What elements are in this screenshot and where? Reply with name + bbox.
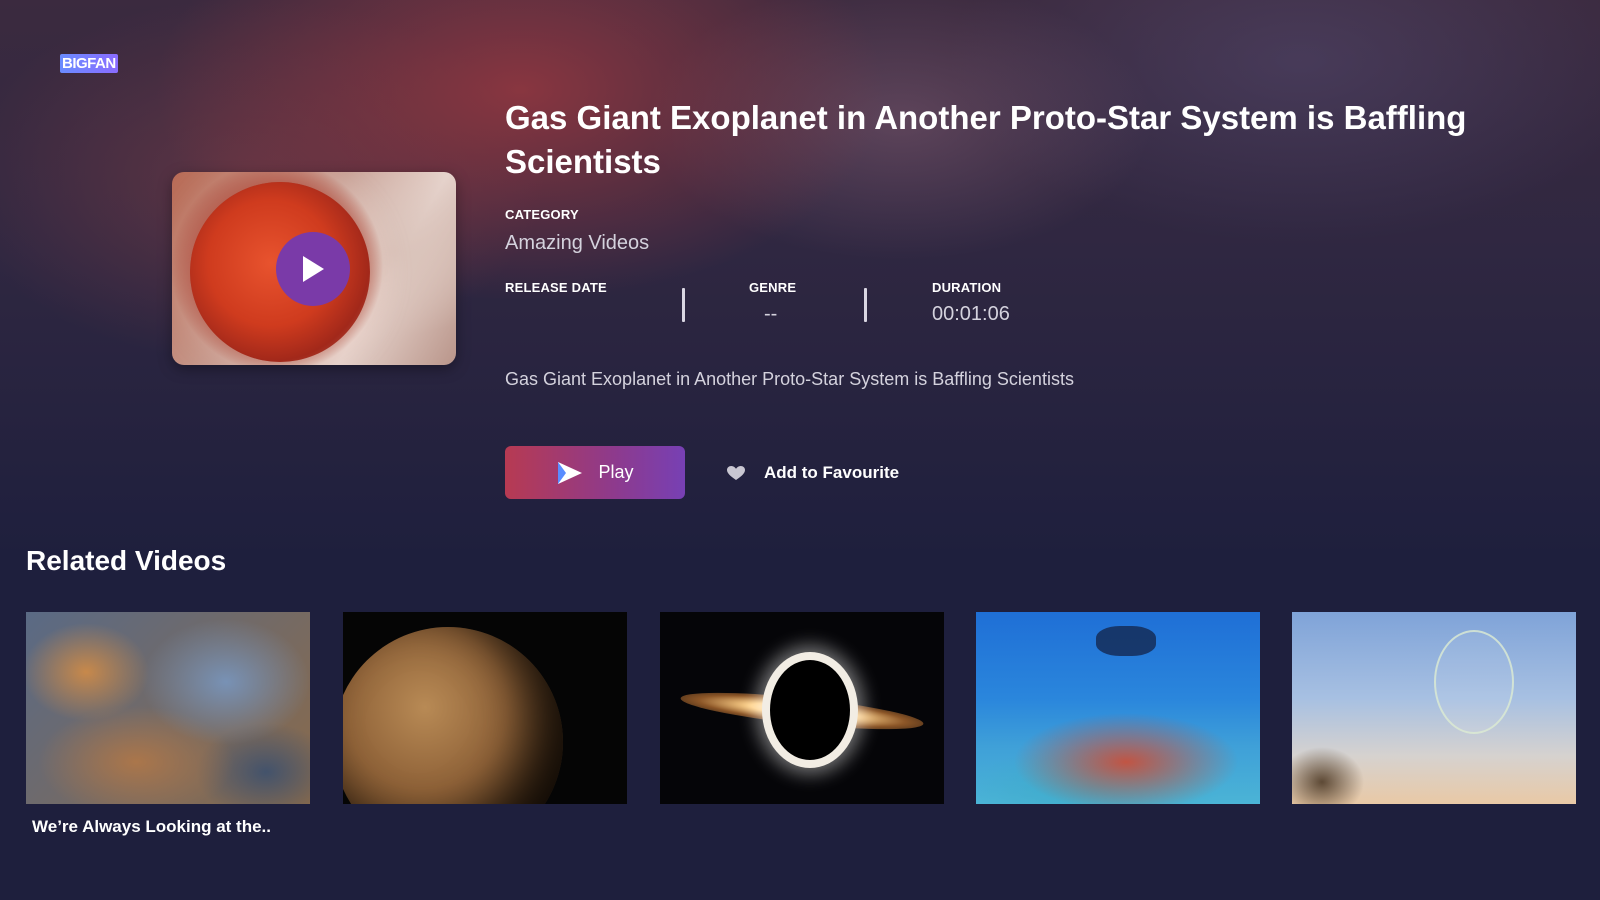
related-video-card[interactable] [26,612,310,804]
related-video-card[interactable] [1292,612,1576,804]
genre-label: GENRE [749,280,797,295]
heart-icon [726,465,746,481]
add-to-favourite-button[interactable]: Add to Favourite [726,463,899,483]
duration-label: DURATION [932,280,1002,295]
bubble-image [1434,630,1514,734]
planet-image [343,627,563,804]
meta-divider [864,288,867,322]
meta-divider [682,288,685,322]
related-video-caption[interactable]: We’re Always Looking at the.. [32,817,271,837]
category-label: CATEGORY [505,207,579,222]
play-button[interactable]: Play [505,446,685,499]
video-thumbnail[interactable] [172,172,456,365]
release-date-label: RELEASE DATE [505,280,607,295]
genre-value: -- [764,303,778,325]
play-icon [556,461,584,485]
category-value: Amazing Videos [505,232,650,254]
app-logo: BIGFAN [60,54,118,73]
related-video-card[interactable] [660,612,944,804]
add-to-favourite-label: Add to Favourite [764,463,900,482]
play-icon [300,254,326,284]
related-videos-heading: Related Videos [26,545,227,576]
related-video-card[interactable] [343,612,627,804]
thumbnail-play-button[interactable] [276,232,350,306]
related-video-card[interactable] [976,612,1260,804]
play-button-label: Play [598,462,634,482]
black-hole-image [762,652,858,768]
video-detail-page: BIGFAN Gas Giant Exoplanet in Another Pr… [0,0,1600,900]
diver-image [1096,626,1156,656]
video-description: Gas Giant Exoplanet in Another Proto-Sta… [505,369,1074,389]
video-title: Gas Giant Exoplanet in Another Proto-Sta… [505,99,1467,180]
duration-value: 00:01:06 [932,303,1010,325]
